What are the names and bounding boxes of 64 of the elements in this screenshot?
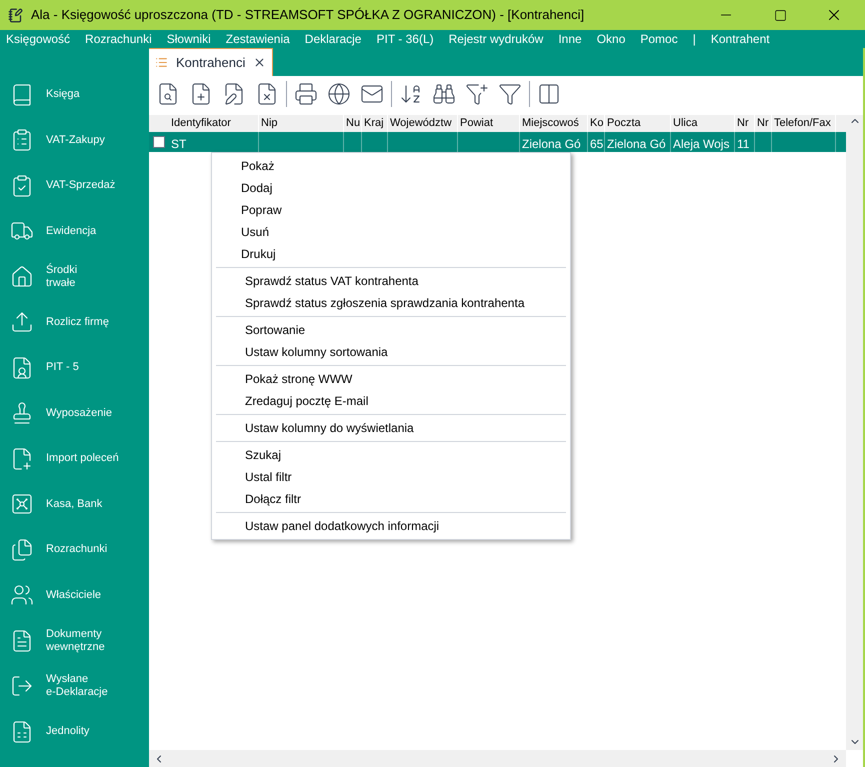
sidebar-item[interactable]: Import poleceń	[0, 436, 149, 482]
context-menu-item[interactable]: Ustaw panel dodatkowych informacji	[216, 515, 566, 537]
context-menu-item[interactable]: Sortowanie	[216, 319, 566, 341]
sidebar-item[interactable]: Właściciele	[0, 572, 149, 618]
sidebar-item[interactable]: VAT-Sprzedaż	[0, 163, 149, 208]
menu-item[interactable]: |	[692, 33, 696, 45]
vertical-scrollbar[interactable]	[846, 115, 863, 750]
sidebar-item[interactable]: VAT-Zakupy	[0, 118, 149, 163]
sidebar-item[interactable]: Dokumenty wewnętrzne	[0, 618, 149, 664]
sidebar-item[interactable]: Rozlicz firmę	[0, 300, 149, 345]
menu-item[interactable]: Rozrachunki	[85, 33, 152, 45]
list-icon	[155, 56, 168, 69]
sidebar-item[interactable]: Jednolity	[0, 709, 149, 754]
context-menu-item[interactable]: Dołącz filtr	[216, 488, 566, 510]
context-menu-item[interactable]: Ustaw kolumny do wyświetlania	[216, 417, 566, 439]
table-cell: Zielona Gó	[522, 137, 581, 151]
context-menu-item[interactable]: Sprawdź status VAT kontrahenta	[216, 270, 566, 292]
menu-item[interactable]: Zestawienia	[226, 33, 290, 45]
menu-item[interactable]: Słowniki	[166, 33, 211, 45]
menu-item[interactable]: Rejestr wydruków	[448, 33, 544, 45]
menu-item[interactable]: Kontrahent	[710, 33, 770, 45]
documents-icon	[10, 538, 34, 562]
context-menu-item[interactable]: Dodaj	[212, 177, 570, 199]
menu-item[interactable]: Inne	[558, 33, 582, 45]
context-menu-item[interactable]: Zredaguj pocztę E-mail	[216, 390, 566, 412]
close-tab-icon[interactable]	[253, 56, 266, 69]
sidebar-item[interactable]: Księga	[0, 72, 149, 118]
context-menu-item[interactable]: Drukuj	[212, 243, 570, 265]
context-menu-item[interactable]: Popraw	[212, 199, 570, 221]
notepad-icon	[8, 8, 23, 22]
context-menu-item[interactable]: Usuń	[212, 221, 570, 243]
context-menu-item[interactable]: Ustal filtr	[216, 466, 566, 488]
context-menu-item[interactable]: Szukaj	[216, 444, 566, 466]
sidebar-item[interactable]: Środki trwałe	[0, 254, 149, 300]
checkbox[interactable]	[153, 136, 165, 148]
horizontal-scrollbar[interactable]	[149, 750, 846, 767]
people-icon	[10, 583, 34, 608]
menu-item[interactable]: Pomoc	[640, 33, 678, 45]
sidebar-item[interactable]: Kasa, Bank	[0, 482, 149, 527]
maximize-icon[interactable]	[774, 8, 786, 22]
sidebar-item[interactable]: PIT - 5	[0, 345, 149, 390]
sidebar-item[interactable]: Wysłane e-Deklaracje	[0, 664, 149, 709]
table-row[interactable]: ST Zielona Gó 65 Zielona Gó Aleja Wojs 11	[149, 132, 846, 152]
context-menu-item[interactable]: Pokaż stronę WWW	[216, 368, 566, 390]
upload-icon	[10, 310, 34, 334]
house-icon	[10, 264, 34, 289]
table-cell: ST	[171, 137, 186, 151]
context-menu-item[interactable]: Ustaw kolumny sortowania	[216, 341, 566, 363]
table-cell: Zielona Gó	[607, 137, 666, 151]
sidebar-item[interactable]: Wyposażenie	[0, 390, 149, 436]
menu-item[interactable]: Księgowość	[6, 33, 70, 45]
context-menu-item[interactable]: Sprawdź status zgłoszenia sprawdzania kontrahenta	[216, 292, 566, 314]
table-cell: 11	[737, 137, 750, 151]
window-title: Ala - Księgowość uproszczona (TD - STREAMSOFT SPÓŁKA Z OGRANICZON) - [Kontrahenci]	[31, 6, 584, 24]
sidebar-item[interactable]: Ewidencja	[0, 208, 149, 254]
table-cell: 65	[590, 137, 604, 151]
menu-item[interactable]: Deklaracje	[304, 33, 362, 45]
menu-item[interactable]: Okno	[596, 33, 626, 45]
table-cell: Aleja Wojs	[673, 137, 730, 151]
tab[interactable]: Kontrahenci	[149, 48, 274, 76]
sidebar-item[interactable]: Rozrachunki	[0, 527, 149, 572]
menu-item[interactable]: PIT - 36(L)	[376, 33, 434, 45]
safe-icon	[10, 492, 34, 516]
context-menu-item[interactable]: Pokaż	[212, 155, 570, 177]
